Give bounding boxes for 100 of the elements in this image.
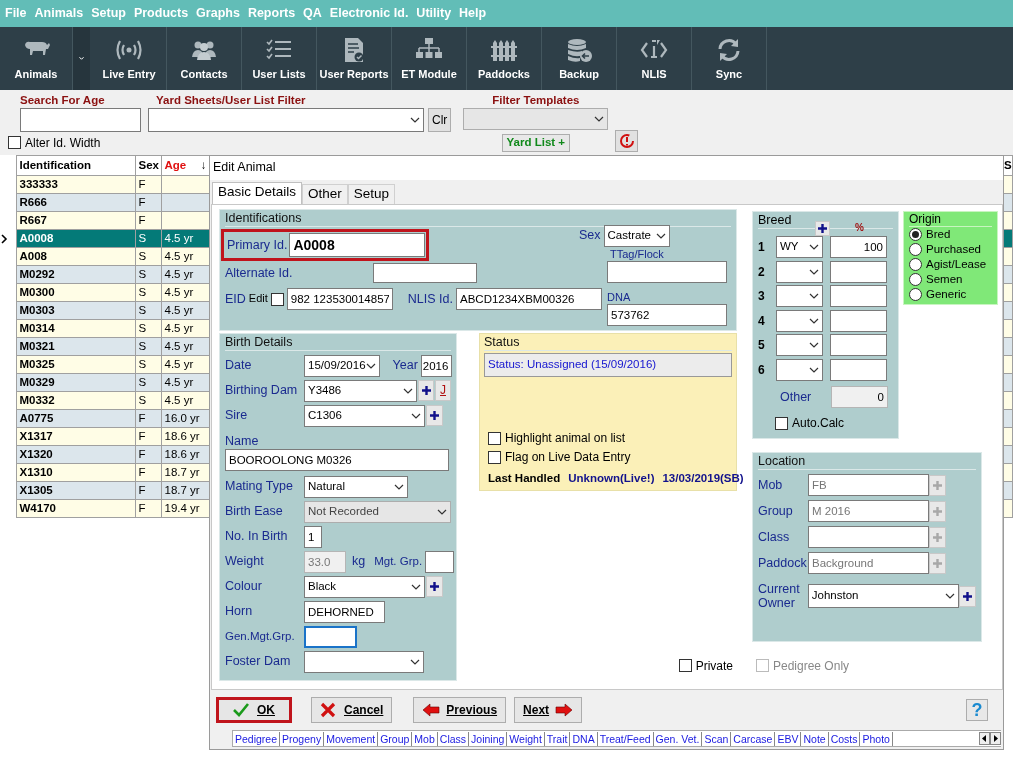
- scroll-left-button[interactable]: [979, 732, 990, 745]
- dropdown[interactable]: Johnston: [807, 584, 960, 608]
- link[interactable]: Weight: [507, 731, 545, 746]
- radio-button[interactable]: [909, 288, 922, 302]
- dropdown[interactable]: Black: [304, 575, 425, 598]
- input-field[interactable]: M 2016: [808, 500, 929, 522]
- column-header[interactable]: Identification: [16, 155, 135, 176]
- link[interactable]: Note: [801, 731, 829, 746]
- field-label: Date: [225, 358, 253, 373]
- dropdown[interactable]: Castrate: [603, 224, 670, 247]
- checkbox[interactable]: [270, 292, 284, 306]
- input-field[interactable]: A0008: [289, 233, 426, 257]
- input-field[interactable]: 100: [830, 236, 887, 259]
- add-button[interactable]: [426, 576, 443, 597]
- link[interactable]: Gen. Vet.: [653, 731, 703, 746]
- dropdown[interactable]: [776, 285, 823, 308]
- checkbox[interactable]: [678, 659, 692, 673]
- input-field[interactable]: Background: [808, 552, 929, 574]
- link-button[interactable]: J: [435, 380, 451, 401]
- dialog-button[interactable]: Previous: [413, 697, 507, 723]
- dropdown[interactable]: Y3486: [304, 379, 418, 402]
- add-button[interactable]: [959, 585, 976, 607]
- dropdown[interactable]: C1306: [304, 404, 425, 427]
- dropdown[interactable]: Natural: [304, 475, 408, 498]
- checkbox[interactable]: [488, 450, 501, 464]
- dropdown[interactable]: [776, 358, 823, 381]
- dropdown[interactable]: [776, 334, 823, 357]
- radio-button[interactable]: [909, 243, 922, 257]
- input-field[interactable]: [808, 526, 929, 548]
- row-pointer-icon: [0, 233, 8, 244]
- input-field[interactable]: [830, 358, 887, 381]
- panel-title: Location: [758, 454, 976, 470]
- input-field[interactable]: [373, 263, 478, 283]
- chevron-icon: [437, 508, 447, 515]
- tab[interactable]: Setup: [347, 184, 396, 204]
- link[interactable]: Group: [378, 731, 413, 746]
- input-field[interactable]: FB: [808, 474, 929, 496]
- refresh-alert-button[interactable]: [615, 130, 639, 152]
- dropdown[interactable]: [776, 309, 823, 332]
- link[interactable]: Class: [437, 731, 470, 746]
- yard-list-button[interactable]: Yard List +: [501, 133, 571, 152]
- link[interactable]: Treat/Feed: [597, 731, 654, 746]
- input-field[interactable]: [304, 625, 357, 648]
- add-button[interactable]: [426, 405, 443, 426]
- dropdown[interactable]: [776, 260, 823, 283]
- scroll-right-button[interactable]: [990, 732, 1001, 745]
- checkbox-label: Private: [695, 658, 733, 673]
- input-field[interactable]: DEHORNED: [304, 600, 385, 623]
- tab[interactable]: Other: [302, 184, 348, 204]
- input-field[interactable]: 33.0: [304, 550, 346, 573]
- radio-button[interactable]: [909, 273, 922, 287]
- chevron-icon: [79, 55, 84, 62]
- link[interactable]: Mob: [412, 731, 438, 746]
- link[interactable]: Pedigree: [233, 731, 281, 746]
- link[interactable]: Costs: [828, 731, 861, 746]
- dialog-button[interactable]: Cancel: [311, 697, 393, 723]
- link[interactable]: Carcase: [731, 731, 776, 746]
- input-field[interactable]: [830, 334, 887, 357]
- input-field[interactable]: 0: [831, 386, 888, 408]
- dialog-button[interactable]: OK: [216, 697, 292, 723]
- dropdown[interactable]: 15/09/2016: [304, 354, 380, 377]
- input-field[interactable]: [830, 285, 887, 308]
- link[interactable]: Joining: [469, 731, 508, 746]
- input-field[interactable]: 2016: [420, 354, 452, 377]
- dropdown[interactable]: WY: [776, 236, 823, 259]
- link[interactable]: DNA: [570, 731, 598, 746]
- tab[interactable]: Basic Details: [212, 182, 303, 204]
- dropdown[interactable]: [148, 107, 424, 132]
- field-label: Birth Ease: [225, 504, 284, 519]
- link[interactable]: Progeny: [280, 731, 325, 746]
- checkbox[interactable]: [775, 416, 788, 430]
- radio-button[interactable]: [909, 228, 922, 242]
- checkbox[interactable]: [488, 432, 501, 446]
- checkbox[interactable]: [8, 136, 21, 150]
- sort-indicator: ↓: [200, 158, 207, 173]
- link[interactable]: Photo: [860, 731, 893, 746]
- clear-button[interactable]: Clr: [428, 107, 452, 132]
- column-header[interactable]: Sex: [135, 155, 161, 176]
- input-field[interactable]: 573762: [607, 304, 727, 327]
- input-field[interactable]: BOOROOLONG M0326: [225, 449, 449, 471]
- input-field[interactable]: ABCD1234XBM00326: [456, 288, 602, 310]
- link[interactable]: Trait: [544, 731, 571, 746]
- status-text: Status: Unassigned (15/09/2016): [484, 353, 732, 377]
- chevron-icon: [410, 658, 420, 665]
- input-field[interactable]: [830, 260, 887, 283]
- input-field[interactable]: 1: [304, 525, 322, 548]
- field-label: Paddock: [758, 555, 808, 571]
- link[interactable]: Movement: [324, 731, 379, 746]
- link[interactable]: Scan: [702, 731, 732, 746]
- radio-button[interactable]: [909, 258, 922, 272]
- input-field[interactable]: [830, 309, 887, 332]
- dropdown[interactable]: [304, 650, 424, 673]
- add-button[interactable]: [815, 220, 830, 236]
- search-field[interactable]: [20, 107, 141, 132]
- link[interactable]: EBV: [775, 731, 802, 746]
- input-field[interactable]: [607, 261, 727, 284]
- dialog-button[interactable]: Next: [514, 697, 583, 723]
- add-button[interactable]: [418, 380, 435, 401]
- input-field[interactable]: 982 123530014857: [286, 288, 393, 310]
- input-field[interactable]: [425, 550, 455, 573]
